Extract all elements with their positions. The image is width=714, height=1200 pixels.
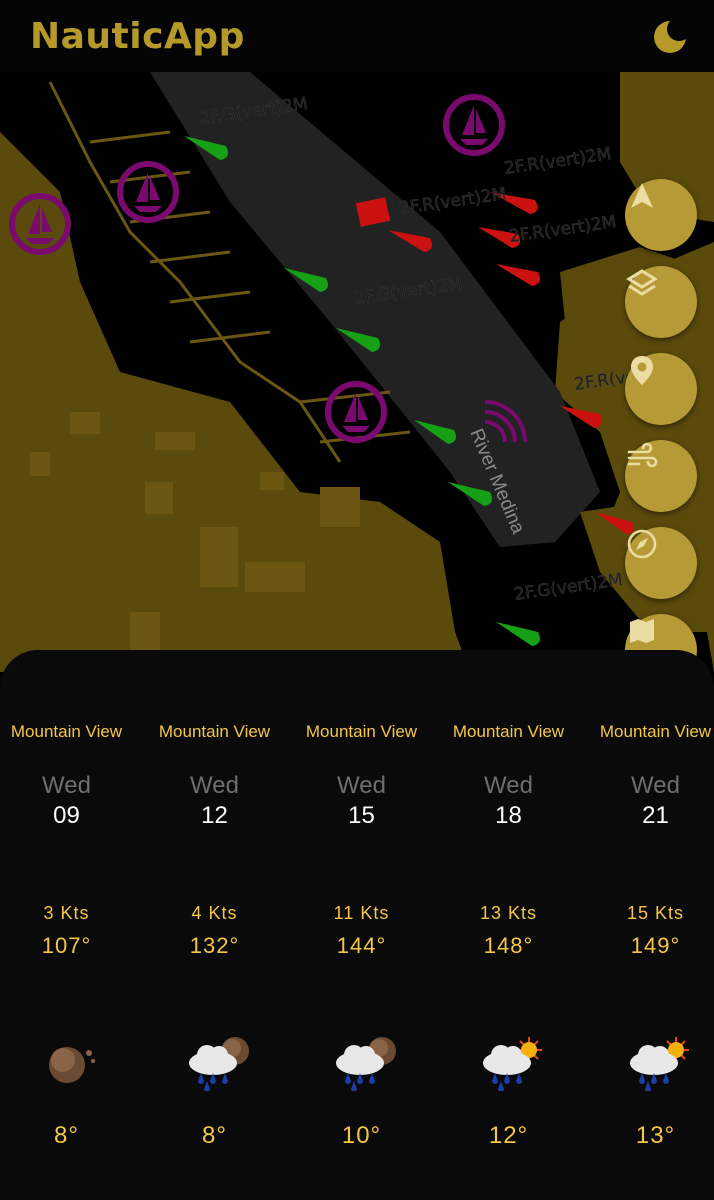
- forecast-panel[interactable]: Mountain View Wed 09 3 Kts 107° 8° Mount…: [0, 650, 714, 1200]
- date-label: 09: [53, 802, 80, 829]
- night-rain-icon: [336, 1037, 396, 1091]
- day-label: Wed: [337, 772, 386, 799]
- wind-speed: 15 Kts: [626, 903, 685, 923]
- moon-icon: [654, 17, 691, 53]
- app-title: NauticApp: [30, 16, 245, 57]
- wind-speed: 3 Kts: [43, 903, 90, 923]
- location-pin-icon: [631, 356, 653, 385]
- temperature: 13°: [635, 1122, 676, 1149]
- day-rain-icon: [630, 1037, 689, 1091]
- forecast-column[interactable]: Mountain View Wed 21 15 Kts 149° 13°: [582, 650, 714, 1200]
- date-label: 21: [642, 802, 669, 829]
- day-label: Wed: [190, 772, 239, 799]
- forecast-column[interactable]: Mountain View Wed 15 11 Kts 144° 10°: [288, 650, 435, 1200]
- navigation-button[interactable]: [625, 179, 697, 251]
- nautical-map[interactable]: 2F.R(vert)2M 2F.R(vert)2M 2F.R(vert)2M 2…: [0, 72, 714, 672]
- map-icon: [630, 619, 654, 643]
- compass-button[interactable]: [625, 527, 697, 599]
- forecast-column[interactable]: Mountain View Wed 18 13 Kts 148° 12°: [435, 650, 582, 1200]
- wind-direction: 132°: [189, 933, 240, 958]
- wind-speed: 4 Kts: [191, 903, 238, 923]
- top-app-bar: NauticApp: [0, 0, 714, 72]
- temperature: 10°: [341, 1122, 382, 1149]
- navigation-arrow-icon: [631, 183, 653, 208]
- wind-direction: 148°: [483, 933, 534, 958]
- day-label: Wed: [631, 772, 680, 799]
- day-label: Wed: [484, 772, 533, 799]
- layers-icon: [626, 269, 658, 296]
- date-label: 18: [495, 802, 522, 829]
- temperature: 8°: [54, 1122, 79, 1149]
- forecast-column[interactable]: Mountain View Wed 12 4 Kts 132° 8°: [141, 650, 288, 1200]
- wind-direction: 144°: [336, 933, 387, 958]
- layers-button[interactable]: [625, 266, 697, 338]
- location-label: Mountain View: [305, 722, 418, 741]
- theme-toggle-button[interactable]: [650, 16, 691, 56]
- wind-speed: 11 Kts: [333, 903, 390, 923]
- wind-speed: 13 Kts: [479, 903, 538, 923]
- wind-icon: [627, 442, 658, 468]
- compass-icon: [627, 529, 657, 559]
- wind-direction: 107°: [41, 933, 92, 958]
- forecast-column[interactable]: Mountain View Wed 09 3 Kts 107° 8°: [0, 650, 140, 1200]
- location-label: Mountain View: [452, 722, 565, 741]
- temperature: 8°: [202, 1122, 227, 1149]
- night-rain-icon: [189, 1037, 249, 1091]
- date-label: 15: [348, 802, 375, 829]
- map-canvas[interactable]: 2F.R(vert)2M 2F.R(vert)2M 2F.R(vert)2M 2…: [0, 72, 714, 672]
- day-rain-icon: [483, 1037, 542, 1091]
- day-label: Wed: [42, 772, 91, 799]
- wind-direction: 149°: [630, 933, 681, 958]
- date-label: 12: [201, 802, 228, 829]
- marina-icon[interactable]: [9, 193, 71, 255]
- location-label: Mountain View: [599, 722, 712, 741]
- location-label: Mountain View: [158, 722, 271, 741]
- moon-cloud-icon: [49, 1047, 95, 1083]
- location-label: Mountain View: [10, 722, 123, 741]
- location-button[interactable]: [625, 353, 697, 425]
- wind-button[interactable]: [625, 440, 697, 512]
- temperature: 12°: [488, 1122, 529, 1149]
